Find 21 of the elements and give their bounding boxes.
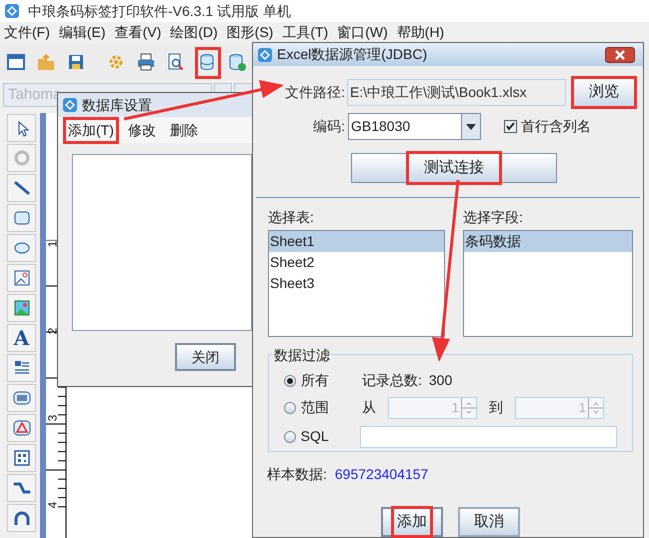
radio-label: 所有 xyxy=(301,371,330,390)
ruler-label: 3 xyxy=(46,414,58,422)
field-label: 文件路径: xyxy=(284,83,345,102)
list-label: 选择表: xyxy=(268,208,315,227)
range-label: 从 xyxy=(362,398,377,418)
ruler-label: 2 xyxy=(46,328,58,334)
field-label: 编码: xyxy=(312,117,345,136)
record-count-label: 记录总数: xyxy=(362,371,422,390)
dialog-title: 数据库设置 xyxy=(82,96,152,114)
list-label: 选择字段: xyxy=(463,208,524,227)
range-label: 到 xyxy=(489,398,504,418)
dialog-title: Excel数据源管理(JDBC) xyxy=(277,45,428,64)
checkbox-label: 首行含列名 xyxy=(521,117,591,136)
sample-label: 样本数据: xyxy=(267,464,327,484)
radio-label: SQL xyxy=(300,427,330,446)
record-count: 300 xyxy=(428,371,452,390)
ruler-label: 1 xyxy=(46,240,58,248)
ruler-label: 4 xyxy=(46,502,58,508)
window-title: 中琅条码标签打印软件-V6.3.1 试用版 单机 xyxy=(28,2,291,20)
radio-label: 范围 xyxy=(301,398,330,418)
sample-value: 695723404157 xyxy=(334,464,428,484)
